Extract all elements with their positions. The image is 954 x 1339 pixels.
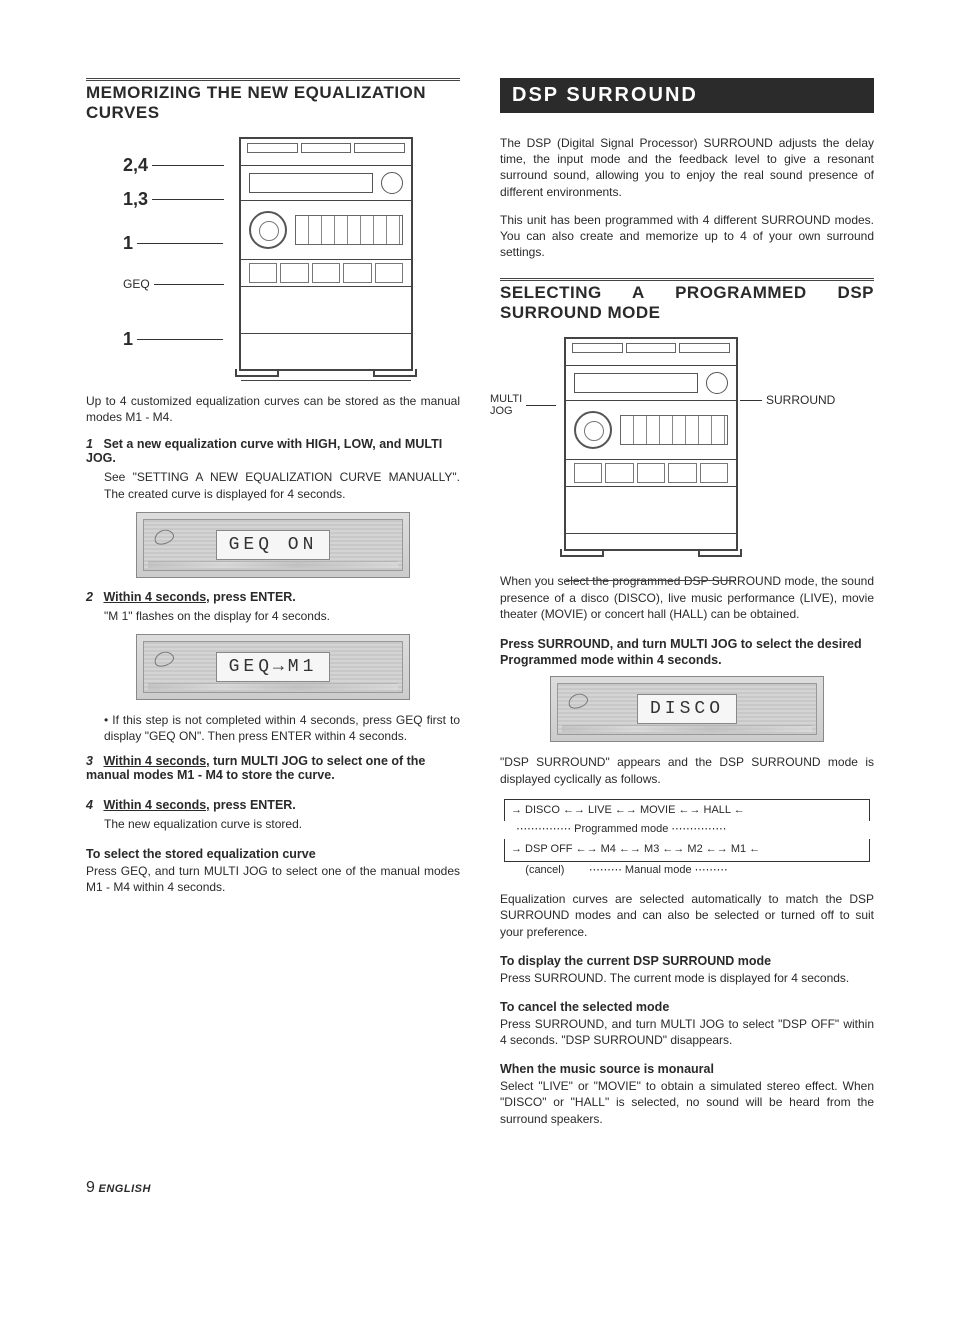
lcd-disco: DISCO (550, 676, 824, 742)
lcd-disco-text: DISCO (637, 694, 737, 724)
step-1-num: 1 (86, 437, 100, 451)
cycle-row-1: → DISCO ←→ LIVE ←→ MOVIE ←→ HALL ← (504, 799, 870, 822)
cycle-row-2b: (cancel) ⋯⋯⋯ Manual mode ⋯⋯⋯ (504, 862, 870, 880)
step-4-body: The new equalization curve is stored. (104, 816, 460, 832)
lcd-geq-m1-text: GEQ→M1 (216, 652, 331, 682)
dsp-instruction: Press SURROUND, and turn MULTI JOG to se… (500, 636, 874, 669)
lcd-geq-on: GEQ ON (136, 512, 410, 578)
cancel-heading: To cancel the selected mode (500, 1000, 874, 1014)
step-1-title: Set a new equalization curve with HIGH, … (86, 437, 442, 465)
step-1: 1 Set a new equalization curve with HIGH… (86, 437, 460, 465)
dsp-para-3: Equalization curves are selected automat… (500, 891, 874, 940)
step-4: 4 Within 4 seconds, press ENTER. (86, 798, 460, 812)
callout-geq: GEQ (123, 277, 150, 291)
step-2-num: 2 (86, 590, 100, 604)
rule (500, 278, 874, 281)
callout-1a: 1 (123, 233, 133, 254)
page-footer: 9 ENGLISH (0, 1179, 954, 1227)
stereo-illustration-r (564, 337, 738, 551)
device-diagram-right: MULTI JOG SURROUND (490, 337, 850, 557)
left-column: MEMORIZING THE NEW EQUALIZATION CURVES 2… (86, 78, 460, 1139)
step-3: 3 Within 4 seconds, turn MULTI JOG to se… (86, 754, 460, 782)
monaural-heading: When the music source is monaural (500, 1062, 874, 1076)
select-stored-body2: Press GEQ, and turn MULTI JOG to select … (86, 863, 460, 895)
cancel-body: Press SURROUND, and turn MULTI JOG to se… (500, 1016, 874, 1048)
dsp-surround-bar: DSP SURROUND (500, 78, 874, 113)
lcd-geq-m1: GEQ→M1 (136, 634, 410, 700)
step-4-num: 4 (86, 798, 100, 812)
disp-current-body: Press SURROUND. The current mode is disp… (500, 970, 874, 986)
right-column: DSP SURROUND The DSP (Digital Signal Pro… (500, 78, 874, 1139)
dsp-para-2: "DSP SURROUND" appears and the DSP SURRO… (500, 754, 874, 786)
page-language: ENGLISH (99, 1183, 151, 1195)
select-stored-heading: To select the stored equalization curve (86, 847, 460, 861)
step-3-num: 3 (86, 754, 100, 768)
step-3-title-u: Within 4 seconds, (103, 754, 209, 768)
callout-multi-jog: MULTI JOG (490, 393, 522, 417)
step-2-note-text: If this step is not completed within 4 s… (104, 713, 460, 743)
mode-cycle-diagram: → DISCO ←→ LIVE ←→ MOVIE ←→ HALL ← ⋯⋯⋯⋯⋯… (504, 799, 870, 879)
step-4-title-r: press ENTER. (210, 798, 296, 812)
lcd-geq-on-text: GEQ ON (216, 530, 331, 560)
manual-page: MEMORIZING THE NEW EQUALIZATION CURVES 2… (0, 0, 954, 1179)
dsp-intro-2: This unit has been programmed with 4 dif… (500, 212, 874, 261)
heading-selecting: SELECTING A PROGRAMMED DSP SURROUND MODE (500, 283, 874, 323)
device-diagram-left: 2,4 1,3 1 GEQ 1 (123, 137, 423, 377)
dsp-intro-1: The DSP (Digital Signal Processor) SURRO… (500, 135, 874, 200)
step-2-note: • If this step is not completed within 4… (104, 712, 460, 744)
callout-surround: SURROUND (766, 393, 835, 407)
callout-24: 2,4 (123, 155, 148, 176)
rule (86, 78, 460, 81)
step-2-title-r: press ENTER. (210, 590, 296, 604)
disp-current-heading: To display the current DSP SURROUND mode (500, 954, 874, 968)
page-number: 9 (86, 1179, 95, 1196)
callout-13: 1,3 (123, 189, 148, 210)
step-4-title-u: Within 4 seconds, (103, 798, 209, 812)
step-2-body: "M 1" flashes on the display for 4 secon… (104, 608, 460, 624)
heading-memorizing: MEMORIZING THE NEW EQUALIZATION CURVES (86, 83, 460, 123)
cycle-row-1b: ⋯⋯⋯⋯⋯ Programmed mode ⋯⋯⋯⋯⋯ (504, 821, 870, 839)
intro-text: Up to 4 customized equalization curves c… (86, 393, 460, 425)
stereo-illustration (239, 137, 413, 371)
monaural-body: Select "LIVE" or "MOVIE" to obtain a sim… (500, 1078, 874, 1127)
step-2-title-u: Within 4 seconds, (103, 590, 209, 604)
step-1-body: See "SETTING A NEW EQUALIZATION CURVE MA… (104, 469, 460, 501)
cycle-row-2: → DSP OFF ←→ M4 ←→ M3 ←→ M2 ←→ M1 ← (504, 839, 870, 862)
callout-1b: 1 (123, 329, 133, 350)
step-2: 2 Within 4 seconds, press ENTER. (86, 590, 460, 604)
